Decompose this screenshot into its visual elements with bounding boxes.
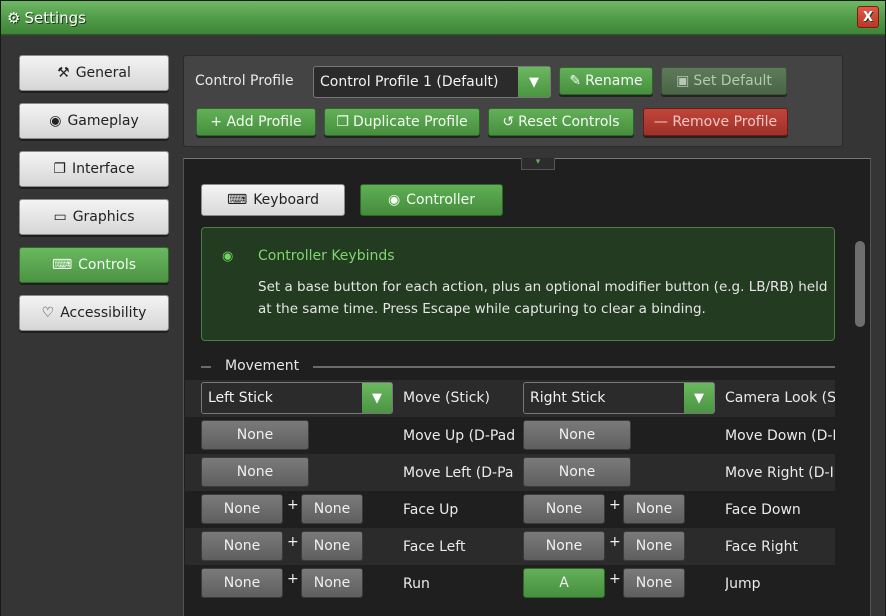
scrollbar-thumb[interactable] <box>855 241 865 327</box>
action-label: Move Down (D-I <box>725 428 835 444</box>
settings-window: ⚙ Settings X ⚒ General ◉ Gameplay ❐ Inte… <box>0 0 886 616</box>
bind-button[interactable]: None <box>201 457 309 487</box>
action-label: Move Right (D-I <box>725 465 834 481</box>
inbox-icon: ▣ <box>676 73 690 89</box>
tab-keyboard[interactable]: ⌨ Keyboard <box>201 184 345 216</box>
reset-icon: ↺ <box>502 114 515 130</box>
plus-sign: + <box>609 571 621 587</box>
title-bar[interactable]: ⚙ Settings X <box>1 1 885 35</box>
nav-interface-button[interactable]: ❐ Interface <box>19 151 169 187</box>
bind-button[interactable]: None <box>201 531 283 561</box>
info-box: ◉ Controller Keybinds Set a base button … <box>201 227 835 341</box>
chevron-down-icon: ▼ <box>684 383 714 413</box>
action-label: Face Right <box>725 539 798 555</box>
plus-sign: + <box>287 571 299 587</box>
pencil-icon: ✎ <box>569 73 582 89</box>
modifier-button[interactable]: None <box>623 568 685 598</box>
gamepad-icon: ◉ <box>49 113 62 129</box>
action-label: Move Left (D-Pa <box>403 465 514 481</box>
modifier-button[interactable]: None <box>301 531 363 561</box>
section-label-movement: Movement <box>225 358 300 374</box>
bind-button[interactable]: None <box>523 457 631 487</box>
section-divider <box>313 366 835 368</box>
bind-button[interactable]: None <box>523 531 605 561</box>
keyboard-icon: ⌨ <box>51 257 73 273</box>
bind-button[interactable]: A <box>523 568 605 598</box>
nav-accessibility-button[interactable]: ♡ Accessibility <box>19 295 169 331</box>
section-divider <box>201 366 211 368</box>
nav-label: Graphics <box>72 209 135 225</box>
action-label: Jump <box>725 576 761 592</box>
action-label: Move Up (D-Pad <box>403 428 516 444</box>
bind-button[interactable]: None <box>201 568 283 598</box>
windows-icon: ❐ <box>53 161 66 177</box>
nav-label: Controls <box>78 257 137 273</box>
heart-icon: ♡ <box>41 305 55 321</box>
bind-button[interactable]: None <box>523 420 631 450</box>
right-stick-value: Right Stick <box>530 390 606 406</box>
left-stick-value: Left Stick <box>208 390 273 406</box>
control-profile-label: Control Profile <box>195 73 294 89</box>
hammer-icon: ⚒ <box>57 65 70 81</box>
nav-general-button[interactable]: ⚒ General <box>19 55 169 91</box>
bind-button[interactable]: None <box>523 494 605 524</box>
plus-sign: + <box>609 497 621 513</box>
tab-controller[interactable]: ◉ Controller <box>360 184 503 216</box>
modifier-button[interactable]: None <box>301 494 363 524</box>
collapse-handle[interactable]: ▾ <box>521 158 555 170</box>
modifier-button[interactable]: None <box>623 494 685 524</box>
tab-keyboard-label: Keyboard <box>253 192 320 208</box>
modifier-button[interactable]: None <box>301 568 363 598</box>
set-default-button[interactable]: ▣ Set Default <box>661 67 787 95</box>
tab-controller-label: Controller <box>406 192 476 208</box>
window-title: Settings <box>24 8 86 27</box>
rename-button[interactable]: ✎ Rename <box>559 67 653 95</box>
reset-label: Reset Controls <box>518 114 620 130</box>
left-stick-select[interactable]: Left Stick ▼ <box>201 382 393 414</box>
gamepad-icon: ◉ <box>387 192 401 208</box>
close-button[interactable]: X <box>857 6 879 28</box>
bind-button[interactable]: None <box>201 494 283 524</box>
right-stick-select[interactable]: Right Stick ▼ <box>523 382 715 414</box>
gear-icon: ⚙ <box>7 8 21 27</box>
nav-label: General <box>75 65 131 81</box>
chevron-down-icon: ▼ <box>362 383 392 413</box>
set-default-label: Set Default <box>693 73 772 89</box>
duplicate-label: Duplicate Profile <box>352 114 468 130</box>
action-label: Move (Stick) <box>403 390 490 406</box>
nav-label: Gameplay <box>67 113 139 129</box>
nav-controls-button[interactable]: ⌨ Controls <box>19 247 169 283</box>
copy-icon: ❐ <box>336 114 349 130</box>
nav-label: Accessibility <box>60 305 147 321</box>
action-label: Camera Look (S <box>725 390 835 406</box>
nav-graphics-button[interactable]: ▭ Graphics <box>19 199 169 235</box>
plus-sign: + <box>609 534 621 550</box>
info-text: Set a base button for each action, plus … <box>258 279 828 317</box>
rename-label: Rename <box>585 73 643 89</box>
plus-sign: + <box>287 534 299 550</box>
gamepad-icon: ◉ <box>222 249 234 264</box>
profile-select-value: Control Profile 1 (Default) <box>320 74 499 90</box>
chevron-down-icon: ▼ <box>518 67 550 97</box>
action-label: Run <box>403 576 430 592</box>
monitor-icon: ▭ <box>53 209 67 225</box>
remove-profile-button[interactable]: — Remove Profile <box>643 108 788 136</box>
nav-label: Interface <box>71 161 135 177</box>
add-profile-button[interactable]: + Add Profile <box>196 108 316 136</box>
profile-select[interactable]: Control Profile 1 (Default) ▼ <box>313 66 551 98</box>
modifier-button[interactable]: None <box>623 531 685 561</box>
plus-sign: + <box>287 497 299 513</box>
nav-gameplay-button[interactable]: ◉ Gameplay <box>19 103 169 139</box>
duplicate-profile-button[interactable]: ❐ Duplicate Profile <box>324 108 480 136</box>
reset-controls-button[interactable]: ↺ Reset Controls <box>488 108 634 136</box>
keyboard-icon: ⌨ <box>226 192 248 208</box>
bind-button[interactable]: None <box>201 420 309 450</box>
action-label: Face Left <box>403 539 466 555</box>
info-title: Controller Keybinds <box>258 248 395 264</box>
action-label: Face Down <box>725 502 801 518</box>
action-label: Face Up <box>403 502 459 518</box>
